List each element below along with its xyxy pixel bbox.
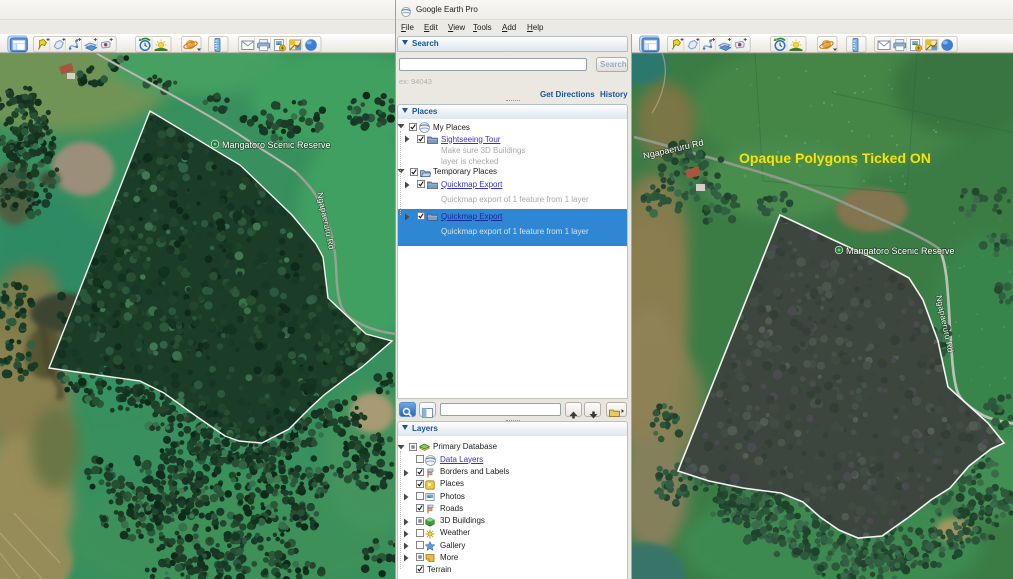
svg-text:Opaque Polygons Ticked ON: Opaque Polygons Ticked ON <box>739 150 931 166</box>
svg-text:Mangatoro Scenic Reserve: Mangatoro Scenic Reserve <box>222 140 331 150</box>
svg-text:Mangatoro Scenic Reserve: Mangatoro Scenic Reserve <box>846 246 955 256</box>
